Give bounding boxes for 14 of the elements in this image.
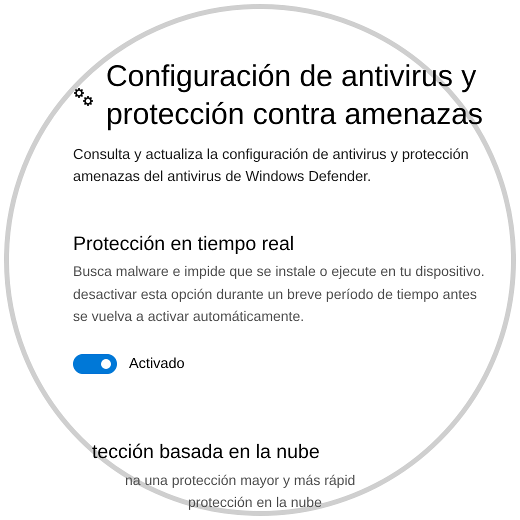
- section-description: protección en la nube: [187, 493, 323, 512]
- toggle-label: Activado: [129, 356, 185, 372]
- toggle-switch[interactable]: [73, 354, 117, 374]
- section-heading: tección basada en la nube: [91, 440, 321, 464]
- section-heading: Protección en tiempo real: [73, 232, 296, 257]
- section-description: se vuelva a activar automáticamente.: [73, 307, 306, 326]
- section-description: Busca malware e impide que se instale o ejecute en tu dispositivo.: [73, 262, 486, 281]
- gears-icon: [72, 86, 96, 108]
- description-text: amenazas del antivirus de Windows Defender.: [73, 168, 372, 187]
- description-text: Consulta y actualiza la configuración de antivirus y protección: [73, 146, 470, 165]
- section-description: na una protección mayor y más rápid: [124, 470, 356, 490]
- page-title: protección contra amenazas: [106, 97, 483, 133]
- page-title: Configuración de antivirus y: [106, 59, 478, 95]
- section-description: desactivar esta opción durante un breve período de tiempo antes: [73, 284, 478, 304]
